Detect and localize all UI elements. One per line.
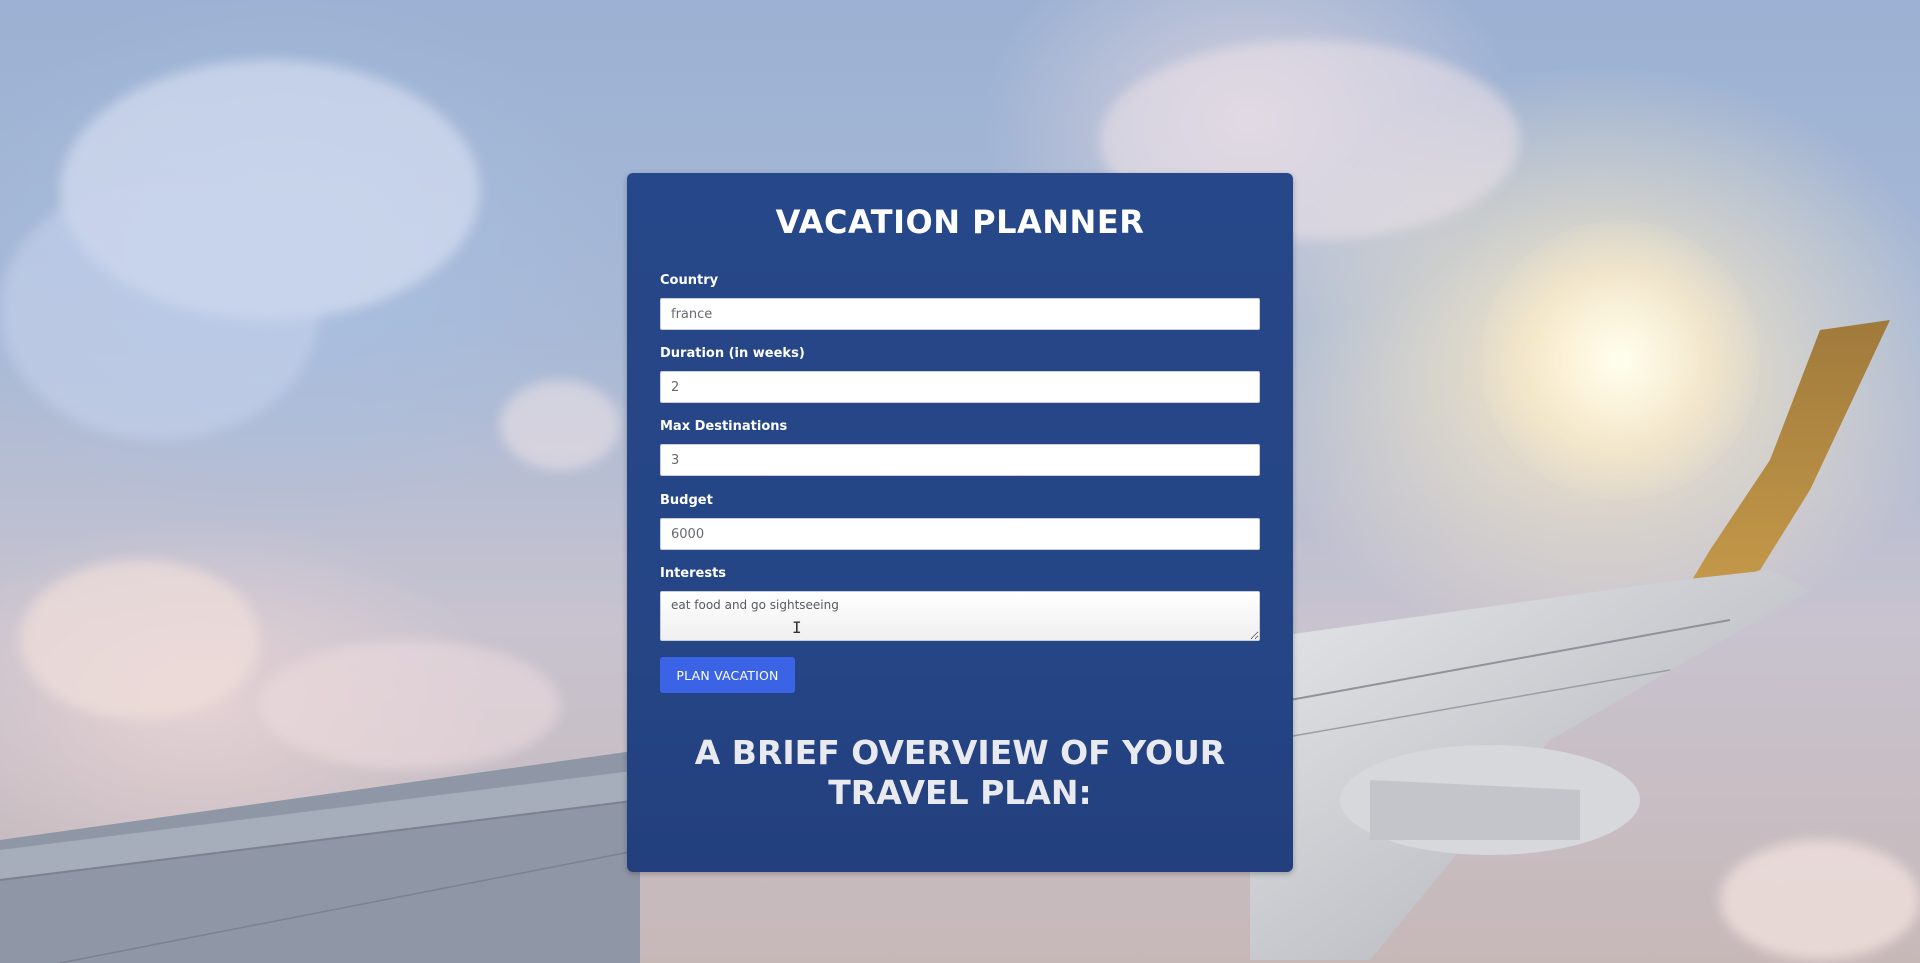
interests-textarea[interactable]: eat food and go sightseeing [660, 591, 1260, 641]
interests-label: Interests [660, 566, 727, 581]
cloud-shape [500, 380, 620, 470]
airplane-wing-left [0, 750, 640, 963]
ibeam-cursor-icon: I [792, 618, 802, 637]
page-title: VACATION PLANNER [775, 203, 1145, 241]
cloud-shape [0, 180, 320, 440]
budget-input[interactable] [660, 518, 1260, 550]
max-destinations-label: Max Destinations [660, 419, 788, 434]
plan-vacation-button[interactable]: PLAN VACATION [660, 657, 795, 693]
budget-label: Budget [660, 493, 713, 508]
cloud-shape [20, 560, 260, 720]
airplane-wing-right [1250, 320, 1890, 960]
country-label: Country [660, 273, 719, 288]
country-input[interactable] [660, 298, 1260, 330]
overview-heading: A BRIEF OVERVIEW OF YOUR TRAVEL PLAN: [694, 733, 1226, 812]
duration-label: Duration (in weeks) [660, 346, 805, 361]
vacation-planner-card: VACATION PLANNER Country Duration (in we… [627, 173, 1293, 872]
max-destinations-input[interactable] [660, 444, 1260, 476]
duration-input[interactable] [660, 371, 1260, 403]
